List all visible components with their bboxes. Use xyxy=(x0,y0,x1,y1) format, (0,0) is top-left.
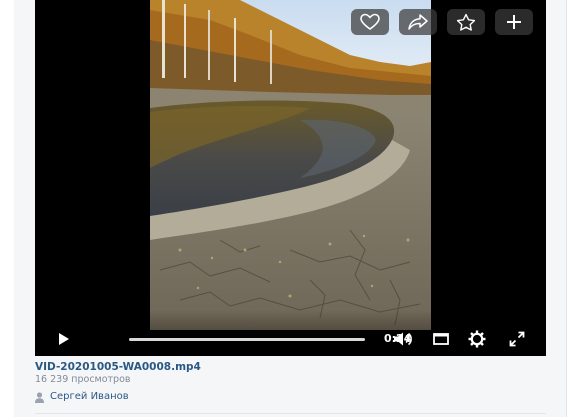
miniplayer-button[interactable] xyxy=(430,330,452,348)
video-frame[interactable] xyxy=(150,0,431,330)
page-edge-divider xyxy=(566,0,567,417)
progress-bar[interactable] xyxy=(129,338,365,341)
video-thumbnail-image xyxy=(150,0,431,330)
plus-icon xyxy=(507,15,521,29)
video-player[interactable]: 0:24 xyxy=(35,0,546,356)
add-to-favorites-button[interactable] xyxy=(447,9,485,35)
volume-icon xyxy=(394,332,412,346)
fullscreen-button[interactable] xyxy=(506,330,528,348)
share-button[interactable] xyxy=(399,9,437,35)
volume-button[interactable] xyxy=(391,330,415,348)
add-video-button[interactable] xyxy=(495,9,533,35)
view-count: 16 239 просмотров xyxy=(35,374,131,385)
video-title-link[interactable]: VID-20201005-WA0008.mp4 xyxy=(35,360,201,374)
settings-gear-icon xyxy=(468,330,486,348)
miniplayer-icon xyxy=(433,333,449,345)
fullscreen-icon xyxy=(509,331,525,347)
author-name-link[interactable]: Сергей Иванов xyxy=(50,390,129,404)
share-arrow-icon xyxy=(408,14,428,30)
section-divider xyxy=(35,413,546,414)
play-icon xyxy=(59,333,69,345)
settings-button[interactable] xyxy=(466,329,488,349)
heart-icon xyxy=(360,13,380,30)
star-icon xyxy=(456,13,476,31)
author-row[interactable]: Сергей Иванов xyxy=(35,390,129,404)
like-button[interactable] xyxy=(351,9,389,35)
user-icon xyxy=(35,391,44,403)
play-button[interactable] xyxy=(54,330,74,348)
